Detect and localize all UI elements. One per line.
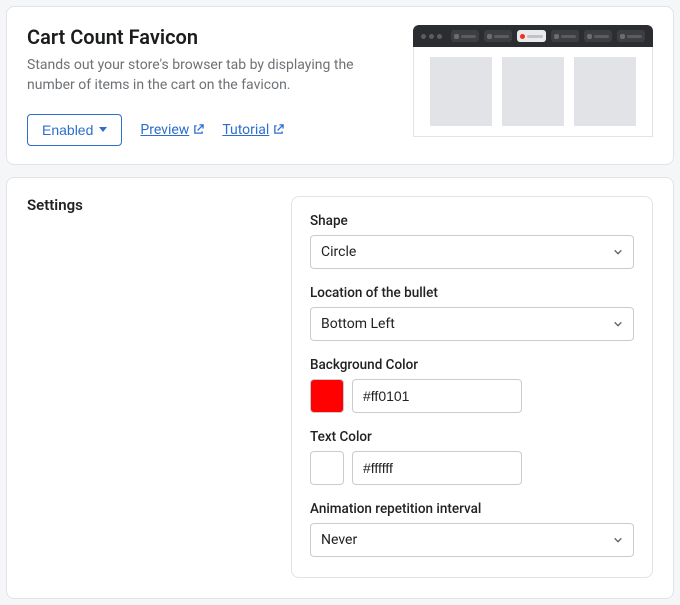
settings-heading: Settings <box>27 196 267 214</box>
field-text-color: Text Color <box>310 429 634 485</box>
mock-tabbar <box>413 25 653 47</box>
input-bg-color[interactable] <box>352 379 522 413</box>
label-animation: Animation repetition interval <box>310 501 634 517</box>
enabled-dropdown-button[interactable]: Enabled <box>27 114 122 146</box>
swatch-bg-color[interactable] <box>310 379 344 413</box>
feature-description: Stands out your store's browser tab by d… <box>27 55 367 96</box>
label-shape: Shape <box>310 213 634 229</box>
placeholder-block <box>430 57 492 126</box>
mock-tab <box>451 30 479 42</box>
select-location-value: Bottom Left <box>321 316 395 332</box>
placeholder-block <box>502 57 564 126</box>
mock-tab <box>584 30 612 42</box>
select-shape-value: Circle <box>321 244 356 260</box>
chevron-down-icon <box>99 127 107 132</box>
label-location: Location of the bullet <box>310 285 634 301</box>
external-link-icon <box>273 124 284 135</box>
page-title: Cart Count Favicon <box>27 25 393 49</box>
mock-tab <box>617 30 645 42</box>
feature-header-card: Cart Count Favicon Stands out your store… <box>6 6 674 165</box>
mock-tab-active <box>517 30 545 42</box>
placeholder-block <box>574 57 636 126</box>
tutorial-link[interactable]: Tutorial <box>222 122 284 138</box>
input-text-color[interactable] <box>352 451 522 485</box>
field-animation: Animation repetition interval Never <box>310 501 634 557</box>
swatch-text-color[interactable] <box>310 451 344 485</box>
select-location[interactable]: Bottom Left <box>310 307 634 341</box>
select-animation[interactable]: Never <box>310 523 634 557</box>
favicon-badge-icon <box>520 34 525 39</box>
field-bg-color: Background Color <box>310 357 634 413</box>
browser-preview-mock <box>413 25 653 146</box>
label-bg-color: Background Color <box>310 357 634 373</box>
field-location: Location of the bullet Bottom Left <box>310 285 634 341</box>
enabled-label: Enabled <box>42 122 93 138</box>
actions-row: Enabled Preview Tutorial <box>27 114 393 146</box>
select-shape[interactable]: Circle <box>310 235 634 269</box>
mock-viewport <box>413 47 653 137</box>
select-animation-value: Never <box>321 532 357 548</box>
mock-tab <box>484 30 512 42</box>
field-shape: Shape Circle <box>310 213 634 269</box>
chevron-down-icon <box>613 319 623 329</box>
chevron-down-icon <box>613 535 623 545</box>
mock-tab <box>551 30 579 42</box>
preview-link[interactable]: Preview <box>140 122 204 138</box>
settings-card: Settings Shape Circle Location of the bu… <box>6 177 674 599</box>
external-link-icon <box>193 124 204 135</box>
settings-panel: Shape Circle Location of the bullet Bott… <box>291 196 653 578</box>
chevron-down-icon <box>613 247 623 257</box>
mock-traffic-lights <box>421 34 442 39</box>
label-text-color: Text Color <box>310 429 634 445</box>
